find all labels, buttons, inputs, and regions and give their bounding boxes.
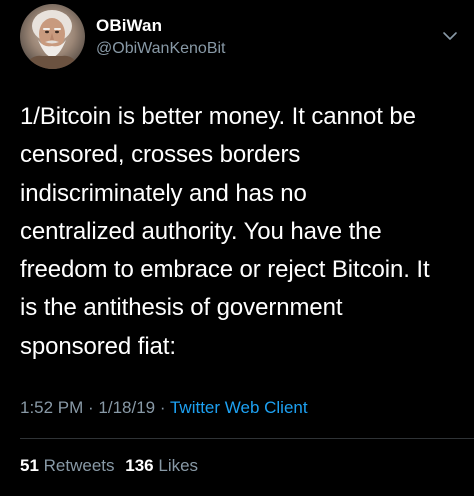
author-handle[interactable]: @ObiWanKenoBit xyxy=(96,39,225,59)
likes-label: Likes xyxy=(158,456,199,475)
meta-separator: · xyxy=(155,398,170,417)
likes-stat[interactable]: 136 Likes xyxy=(125,455,198,477)
likes-count: 136 xyxy=(125,456,154,475)
tweet-time[interactable]: 1:52 PM xyxy=(20,398,83,417)
retweets-count: 51 xyxy=(20,456,39,475)
tweet-detail: OBiWan @ObiWanKenoBit 1/Bitcoin is bette… xyxy=(0,0,474,496)
avatar-image xyxy=(24,10,80,69)
tweet-metadata: 1:52 PM · 1/18/19 · Twitter Web Client xyxy=(20,397,308,419)
tweet-source-link[interactable]: Twitter Web Client xyxy=(170,398,308,417)
tweet-header: OBiWan @ObiWanKenoBit xyxy=(20,4,460,74)
tweet-date[interactable]: 1/18/19 xyxy=(98,398,155,417)
meta-separator: · xyxy=(83,398,99,417)
retweets-stat[interactable]: 51 Retweets xyxy=(20,455,115,477)
chevron-down-icon[interactable] xyxy=(440,26,460,46)
author-display-name[interactable]: OBiWan xyxy=(96,16,225,36)
tweet-text: 1/Bitcoin is better money. It cannot be … xyxy=(20,103,430,360)
divider xyxy=(20,438,474,439)
retweets-label: Retweets xyxy=(43,456,115,475)
avatar[interactable] xyxy=(20,4,85,69)
author-names: OBiWan @ObiWanKenoBit xyxy=(96,16,225,59)
tweet-stats: 51 Retweets 136 Likes xyxy=(20,455,198,477)
